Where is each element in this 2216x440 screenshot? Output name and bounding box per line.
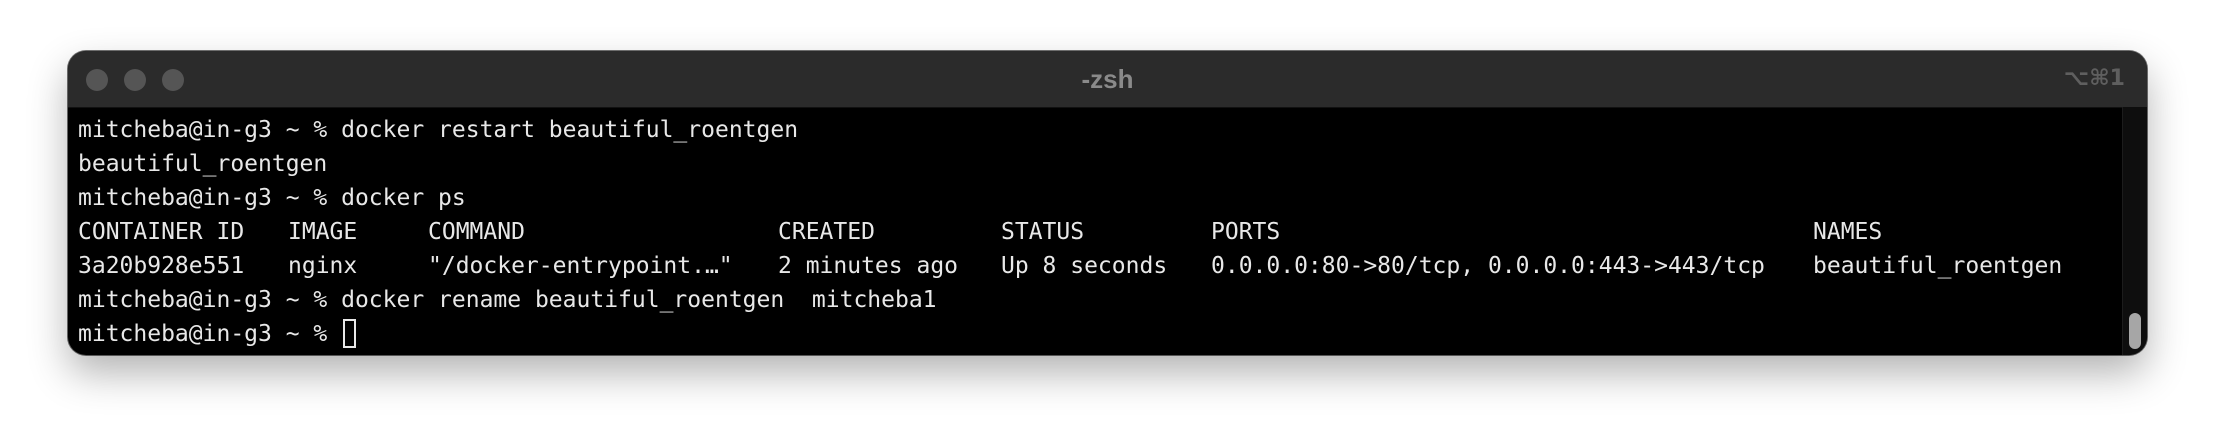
- docker-ps-header-row: CONTAINER ID IMAGE COMMAND CREATED STATU…: [78, 215, 2121, 249]
- terminal-window: -zsh ⌥⌘1 mitcheba@in-g3 ~ % docker resta…: [68, 51, 2147, 355]
- terminal-line: mitcheba@in-g3 ~ % docker restart beauti…: [78, 117, 799, 143]
- container-status: Up 8 seconds: [1001, 253, 1168, 279]
- header-status: STATUS: [1001, 219, 1085, 245]
- header-container-id: CONTAINER ID: [78, 219, 245, 245]
- vertical-scrollbar[interactable]: [2122, 107, 2147, 355]
- container-id: 3a20b928e551: [78, 253, 245, 279]
- terminal-output[interactable]: mitcheba@in-g3 ~ % docker restart beauti…: [78, 113, 2121, 355]
- terminal-prompt: mitcheba@in-g3 ~ %: [78, 321, 342, 347]
- terminal-prompt-line[interactable]: mitcheba@in-g3 ~ %: [78, 317, 2121, 351]
- window-title: -zsh: [1081, 64, 1134, 94]
- terminal-line: beautiful_roentgen: [78, 151, 328, 177]
- terminal-line: mitcheba@in-g3 ~ % docker rename beautif…: [78, 287, 937, 313]
- container-command: "/docker-entrypoint.…": [428, 253, 733, 279]
- text-cursor: [343, 319, 357, 348]
- terminal-line: mitcheba@in-g3 ~ % docker ps: [78, 185, 466, 211]
- container-image: nginx: [288, 253, 358, 279]
- scrollbar-thumb[interactable]: [2129, 313, 2141, 349]
- header-names: NAMES: [1813, 219, 1883, 245]
- header-ports: PORTS: [1211, 219, 1281, 245]
- header-command: COMMAND: [428, 219, 525, 245]
- container-created: 2 minutes ago: [778, 253, 959, 279]
- window-shortcut: ⌥⌘1: [2063, 66, 2125, 91]
- container-ports: 0.0.0.0:80->80/tcp, 0.0.0.0:443->443/tcp: [1211, 253, 1765, 279]
- header-created: CREATED: [778, 219, 875, 245]
- container-name: beautiful_roentgen: [1813, 253, 2063, 279]
- title-bar[interactable]: -zsh ⌥⌘1: [68, 51, 2147, 108]
- header-image: IMAGE: [288, 219, 358, 245]
- docker-ps-container-row: 3a20b928e551 nginx "/docker-entrypoint.……: [78, 249, 2121, 283]
